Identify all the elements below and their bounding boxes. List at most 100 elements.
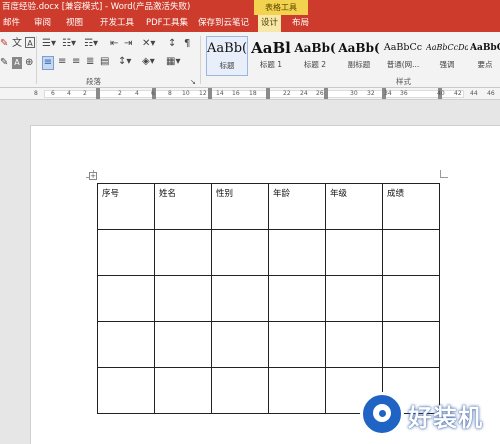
tab-developer[interactable]: 开发工具 [100,15,134,32]
ruler-column-marker[interactable] [324,88,328,99]
distributed-icon[interactable]: ▤ [100,56,109,68]
ruler-tick: 18 [249,90,257,97]
char-shading-icon[interactable]: A [12,57,22,69]
multilevel-list-icon[interactable]: ☶▾ [84,38,98,50]
table-row [97,275,440,322]
style-name: 标题 2 [303,60,327,69]
style-sample: AaBbCc [470,43,500,53]
style-key-point[interactable]: AaBbCc 要点 [470,36,500,76]
line-spacing-icon[interactable]: ↕▾ [118,56,131,68]
tab-view[interactable]: 视图 [66,15,83,32]
table-cell[interactable] [268,367,326,414]
paragraph-dialog-launcher-icon[interactable]: ↘ [190,76,196,88]
table-cell[interactable] [154,321,212,368]
align-left-icon[interactable]: ≡ [42,56,54,70]
table-move-handle-icon[interactable]: + [89,172,97,180]
sort-icon[interactable]: ↕ [168,38,176,50]
table-cell[interactable] [325,275,383,322]
increase-indent-icon[interactable]: ⇥ [124,38,132,50]
table-cell[interactable]: 年龄 [268,183,326,230]
table-row [97,321,440,368]
logo-icon [360,392,404,436]
table-cell[interactable]: 序号 [97,183,155,230]
horizontal-ruler[interactable]: 8 6 4 2 2 4 6 8 10 12 14 16 18 22 24 26 … [0,88,500,100]
justify-icon[interactable]: ≣ [86,56,94,68]
decrease-indent-icon[interactable]: ⇤ [110,38,118,50]
title-bar: 百度经验.docx [兼容模式] - Word(产品激活失败) 表格工具 [0,0,500,15]
shading-icon[interactable]: ◈▾ [142,56,155,68]
table-cell[interactable] [97,321,155,368]
logo-icon-dot [379,410,386,417]
table-cell[interactable] [268,229,326,276]
table-header-row: 序号 姓名 性别 年龄 年级 成绩 [97,183,440,230]
enclose-chars-icon[interactable]: ⊕ [25,57,33,69]
ruler-tick: 40 [437,90,445,97]
table-cell[interactable] [211,229,269,276]
table-cell[interactable] [325,321,383,368]
show-marks-icon[interactable]: ¶ [184,38,190,50]
ruler-tick: 14 [216,90,224,97]
tab-layout[interactable]: 布局 [292,15,309,32]
ruler-tick: 46 [487,90,495,97]
bullets-icon[interactable]: ☰▾ [42,38,56,50]
ribbon-tab-bar: 邮件 审阅 视图 开发工具 PDF工具集 保存到云笔记 设计 布局 [0,15,500,32]
ruler-tick: 12 [199,90,207,97]
tab-review[interactable]: 审阅 [34,15,51,32]
table-cell[interactable] [382,321,440,368]
table-cell[interactable] [325,229,383,276]
align-right-icon[interactable]: ≡ [72,56,80,68]
ruler-tick: 32 [367,90,375,97]
phonetic-guide-icon[interactable]: 文 [12,38,22,50]
tab-pdf-tools[interactable]: PDF工具集 [146,15,188,32]
table-cell[interactable] [268,321,326,368]
ruler-tick: 2 [118,90,122,97]
table-tools-context-label: 表格工具 [254,0,308,15]
table-cell[interactable] [154,367,212,414]
style-name: 标题 1 [259,60,283,69]
style-subtitle[interactable]: AaBb( 副标题 [338,36,380,76]
tab-mailings[interactable]: 邮件 [3,15,20,32]
table-cell[interactable]: 成绩 [382,183,440,230]
style-heading-1[interactable]: AaBl 标题 1 [250,36,292,76]
table-cell[interactable] [154,275,212,322]
char-border-icon[interactable]: A [25,37,35,48]
table-row [97,229,440,276]
table-cell[interactable] [211,321,269,368]
ruler-column-marker[interactable] [96,88,100,99]
tab-save-to-cloud-notes[interactable]: 保存到云笔记 [198,15,249,32]
style-heading-2[interactable]: AaBb( 标题 2 [294,36,336,76]
style-normal-web[interactable]: AaBbCc 普通(网... [382,36,424,76]
table-cell[interactable] [382,229,440,276]
text-highlight-icon[interactable]: ✎ [0,57,8,69]
table-cell[interactable] [211,367,269,414]
style-name: 要点 [477,60,493,69]
table-cell[interactable]: 性别 [211,183,269,230]
table-cell[interactable] [97,275,155,322]
style-name: 副标题 [347,60,371,69]
table-cell[interactable] [211,275,269,322]
table-cell[interactable] [97,229,155,276]
watermark-logo: 好装机 [356,386,500,444]
chinese-layout-icon[interactable]: ✕▾ [142,38,155,50]
ruler-column-marker[interactable] [208,88,212,99]
clear-formatting-icon[interactable]: ✎ [0,38,8,50]
borders-icon[interactable]: ▦▾ [166,56,180,68]
numbering-icon[interactable]: ☷▾ [62,38,76,50]
table-cell[interactable] [154,229,212,276]
table-cell[interactable]: 姓名 [154,183,212,230]
table-cell[interactable] [268,275,326,322]
table-cell[interactable] [97,367,155,414]
data-table[interactable]: 序号 姓名 性别 年龄 年级 成绩 [97,183,440,414]
style-emphasis[interactable]: AaBbCcDd 强调 [426,36,468,76]
table-cell[interactable]: 年级 [325,183,383,230]
style-sample: AaBbCcDd [426,43,468,52]
align-center-icon[interactable]: ≡ [58,56,66,68]
table-cell[interactable] [382,275,440,322]
style-title[interactable]: AaBb( 标题 [206,36,248,76]
group-separator [36,36,37,84]
ruler-tick: 44 [470,90,478,97]
ruler-column-marker[interactable] [266,88,270,99]
ruler-tick: 2 [83,90,87,97]
crop-mark [440,170,448,178]
tab-design[interactable]: 设计 [258,15,282,32]
